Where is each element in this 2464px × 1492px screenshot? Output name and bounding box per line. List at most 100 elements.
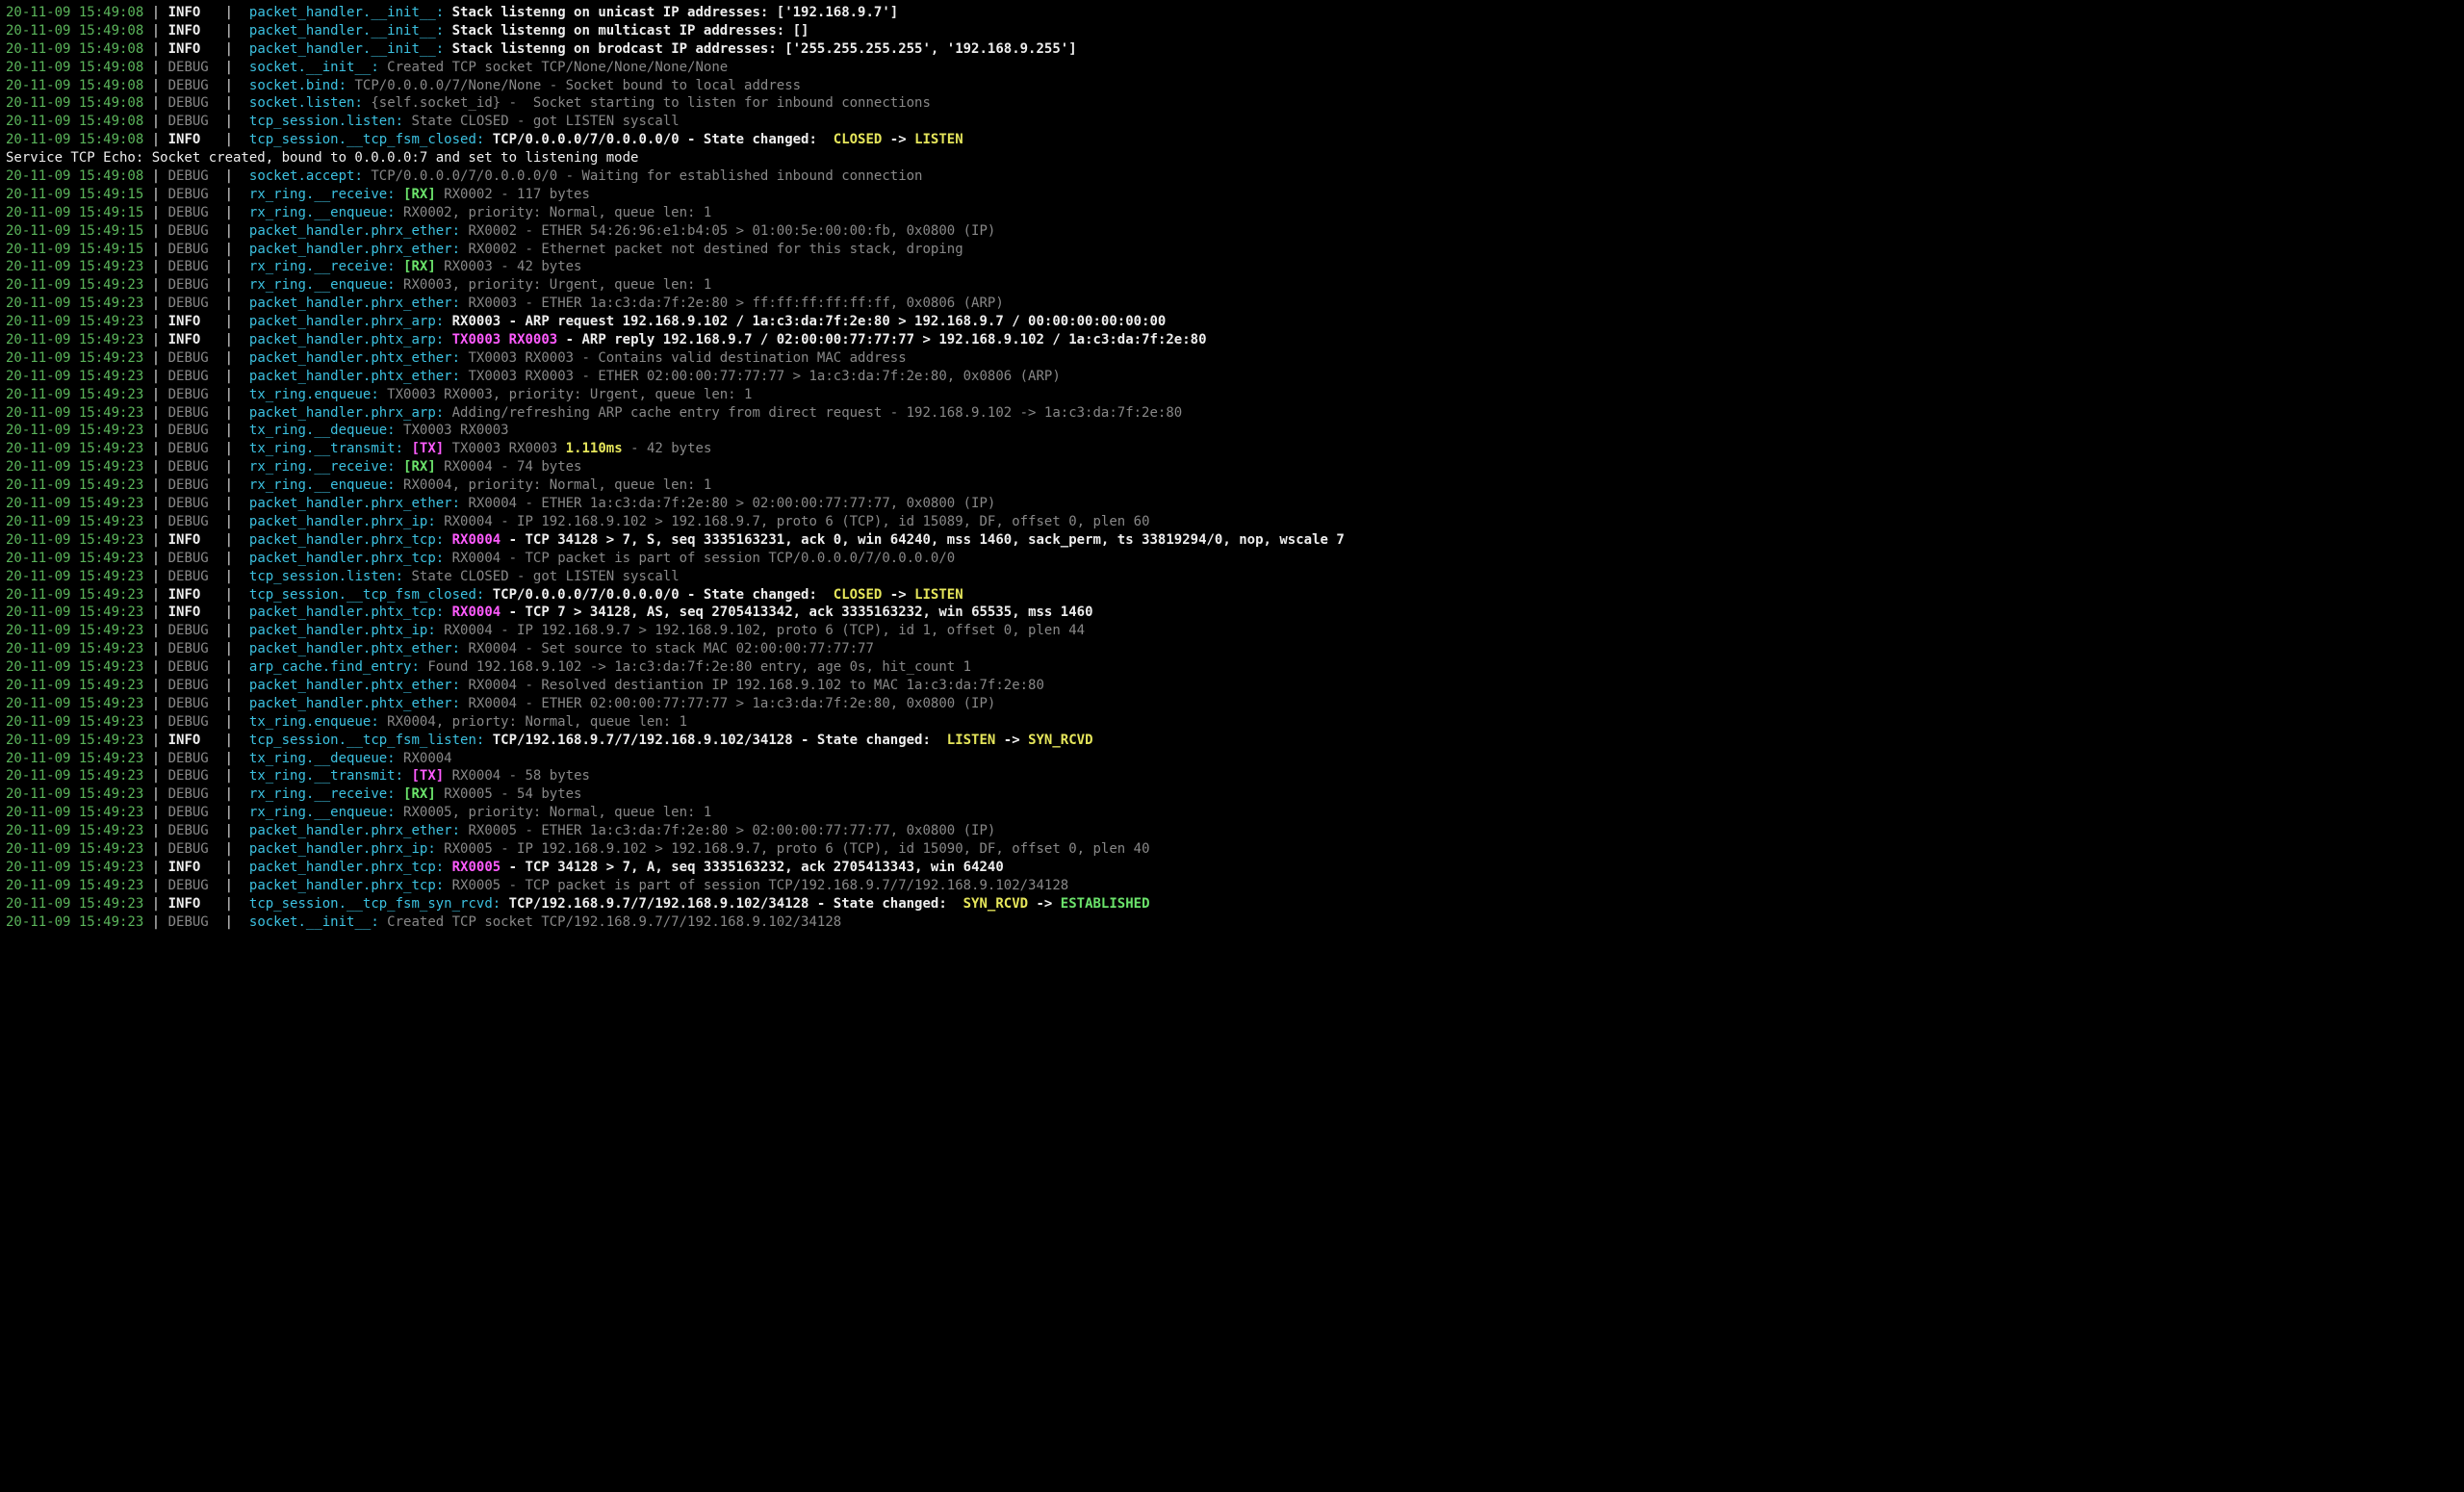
log-source: socket.__init__: bbox=[249, 914, 379, 930]
log-message: RX0005 - ETHER 1a:c3:da:7f:2e:80 > 02:00… bbox=[460, 823, 995, 838]
log-message: RX0005 bbox=[452, 860, 501, 875]
log-level: INFO bbox=[168, 860, 218, 875]
log-timestamp: 20-11-09 15:49:08 bbox=[6, 95, 143, 111]
log-source: tx_ring.enqueue: bbox=[249, 714, 379, 730]
log-line: 20-11-09 15:49:23 | DEBUG | packet_handl… bbox=[6, 550, 2458, 568]
log-timestamp: 20-11-09 15:49:23 bbox=[6, 332, 143, 347]
log-source: rx_ring.__enqueue: bbox=[249, 205, 396, 220]
log-timestamp: 20-11-09 15:49:23 bbox=[6, 678, 143, 693]
log-timestamp: 20-11-09 15:49:23 bbox=[6, 296, 143, 311]
log-message: TX0003 RX0003 bbox=[396, 423, 509, 438]
log-message: Service TCP Echo: Socket created, bound … bbox=[6, 150, 638, 166]
log-message: TX0003 bbox=[452, 332, 501, 347]
log-message: RX0004 - IP 192.168.9.102 > 192.168.9.7,… bbox=[436, 514, 1150, 529]
log-timestamp: 20-11-09 15:49:23 bbox=[6, 387, 143, 402]
log-timestamp: 20-11-09 15:49:08 bbox=[6, 114, 143, 129]
log-source: rx_ring.__receive: bbox=[249, 786, 396, 802]
log-timestamp: 20-11-09 15:49:08 bbox=[6, 5, 143, 20]
log-line: 20-11-09 15:49:23 | INFO | packet_handle… bbox=[6, 604, 2458, 622]
log-message: RX0004 - 58 bytes bbox=[444, 768, 590, 784]
log-message bbox=[396, 786, 403, 802]
log-line: 20-11-09 15:49:23 | DEBUG | rx_ring.__re… bbox=[6, 458, 2458, 476]
log-line: 20-11-09 15:49:23 | DEBUG | tx_ring.__de… bbox=[6, 422, 2458, 440]
log-level: INFO bbox=[168, 314, 218, 329]
log-source: packet_handler.phrx_ether: bbox=[249, 223, 460, 239]
log-level: DEBUG bbox=[168, 569, 218, 584]
log-timestamp: 20-11-09 15:49:23 bbox=[6, 459, 143, 475]
log-source: packet_handler.phrx_tcp: bbox=[249, 532, 444, 548]
log-line: 20-11-09 15:49:23 | DEBUG | packet_handl… bbox=[6, 840, 2458, 859]
log-line: 20-11-09 15:49:08 | INFO | tcp_session._… bbox=[6, 131, 2458, 149]
log-line: 20-11-09 15:49:23 | DEBUG | packet_handl… bbox=[6, 822, 2458, 840]
log-source: tx_ring.enqueue: bbox=[249, 387, 379, 402]
log-timestamp: 20-11-09 15:49:23 bbox=[6, 569, 143, 584]
log-source: packet_handler.phrx_ether: bbox=[249, 496, 460, 511]
log-line: 20-11-09 15:49:23 | DEBUG | tx_ring.enqu… bbox=[6, 713, 2458, 732]
log-line: 20-11-09 15:49:23 | DEBUG | packet_handl… bbox=[6, 295, 2458, 313]
log-timestamp: 20-11-09 15:49:23 bbox=[6, 369, 143, 384]
log-message: SYN_RCVD bbox=[1028, 733, 1092, 748]
log-timestamp: 20-11-09 15:49:23 bbox=[6, 914, 143, 930]
log-message bbox=[444, 332, 451, 347]
log-message bbox=[396, 259, 403, 274]
log-line: 20-11-09 15:49:23 | DEBUG | packet_handl… bbox=[6, 877, 2458, 895]
log-source: tcp_session.listen: bbox=[249, 114, 403, 129]
log-line: 20-11-09 15:49:23 | DEBUG | rx_ring.__en… bbox=[6, 276, 2458, 295]
log-message: RX0002 - ETHER 54:26:96:e1:b4:05 > 01:00… bbox=[460, 223, 995, 239]
log-level: DEBUG bbox=[168, 786, 218, 802]
log-source: socket.__init__: bbox=[249, 60, 379, 75]
log-message: TCP/192.168.9.7/7/192.168.9.102/34128 - … bbox=[500, 896, 962, 912]
log-line: 20-11-09 15:49:23 | INFO | packet_handle… bbox=[6, 313, 2458, 331]
log-timestamp: 20-11-09 15:49:23 bbox=[6, 696, 143, 711]
log-message: RX0005 - 54 bytes bbox=[436, 786, 582, 802]
log-timestamp: 20-11-09 15:49:23 bbox=[6, 896, 143, 912]
log-message: RX0005 - TCP packet is part of session T… bbox=[444, 878, 1068, 893]
log-source: packet_handler.phtx_arp: bbox=[249, 332, 444, 347]
log-level: DEBUG bbox=[168, 459, 218, 475]
log-source: packet_handler.phtx_ether: bbox=[249, 696, 460, 711]
log-message: RX0002 - Ethernet packet not destined fo… bbox=[460, 242, 963, 257]
log-message: RX0004 - TCP packet is part of session T… bbox=[444, 551, 955, 566]
log-timestamp: 20-11-09 15:49:23 bbox=[6, 496, 143, 511]
log-source: packet_handler.phrx_ether: bbox=[249, 296, 460, 311]
log-line: 20-11-09 15:49:23 | DEBUG | packet_handl… bbox=[6, 695, 2458, 713]
log-message: - ARP reply 192.168.9.7 / 02:00:00:77:77… bbox=[557, 332, 1206, 347]
log-source: tcp_session.listen: bbox=[249, 569, 403, 584]
log-line: 20-11-09 15:49:08 | INFO | packet_handle… bbox=[6, 40, 2458, 59]
log-timestamp: 20-11-09 15:49:08 bbox=[6, 41, 143, 57]
log-line: 20-11-09 15:49:15 | DEBUG | packet_handl… bbox=[6, 222, 2458, 241]
log-source: packet_handler.__init__: bbox=[249, 41, 444, 57]
log-message: Stack listenng on brodcast IP addresses:… bbox=[444, 41, 1076, 57]
log-message: RX0004 - ETHER 1a:c3:da:7f:2e:80 > 02:00… bbox=[460, 496, 995, 511]
log-source: socket.listen: bbox=[249, 95, 363, 111]
log-message: RX0004 - ETHER 02:00:00:77:77:77 > 1a:c3… bbox=[460, 696, 995, 711]
log-message: Adding/refreshing ARP cache entry from d… bbox=[444, 405, 1182, 421]
log-timestamp: 20-11-09 15:49:15 bbox=[6, 242, 143, 257]
log-message: RX0004 bbox=[396, 751, 452, 766]
log-timestamp: 20-11-09 15:49:23 bbox=[6, 532, 143, 548]
log-message bbox=[444, 532, 451, 548]
log-source: packet_handler.phrx_arp: bbox=[249, 314, 444, 329]
log-message: RX0004 - 74 bytes bbox=[436, 459, 582, 475]
log-level: INFO bbox=[168, 532, 218, 548]
log-level: DEBUG bbox=[168, 496, 218, 511]
log-level: DEBUG bbox=[168, 223, 218, 239]
log-source: rx_ring.__receive: bbox=[249, 259, 396, 274]
log-message: LISTEN bbox=[914, 587, 963, 603]
log-source: packet_handler.phtx_ether: bbox=[249, 641, 460, 656]
log-line: 20-11-09 15:49:08 | DEBUG | socket.__ini… bbox=[6, 59, 2458, 77]
log-message: Stack listenng on multicast IP addresses… bbox=[444, 23, 808, 39]
log-line: 20-11-09 15:49:23 | DEBUG | socket.__ini… bbox=[6, 913, 2458, 932]
log-level: DEBUG bbox=[168, 551, 218, 566]
log-timestamp: 20-11-09 15:49:23 bbox=[6, 805, 143, 820]
log-timestamp: 20-11-09 15:49:23 bbox=[6, 841, 143, 857]
log-message: [RX] bbox=[403, 459, 436, 475]
log-timestamp: 20-11-09 15:49:23 bbox=[6, 786, 143, 802]
log-line: 20-11-09 15:49:23 | INFO | packet_handle… bbox=[6, 859, 2458, 877]
log-level: DEBUG bbox=[168, 242, 218, 257]
log-source: tx_ring.__transmit: bbox=[249, 441, 403, 456]
log-source: socket.bind: bbox=[249, 78, 346, 93]
log-source: packet_handler.phrx_ip: bbox=[249, 514, 436, 529]
log-timestamp: 20-11-09 15:49:23 bbox=[6, 860, 143, 875]
log-message: TX0003 RX0003 - Contains valid destinati… bbox=[460, 350, 907, 366]
